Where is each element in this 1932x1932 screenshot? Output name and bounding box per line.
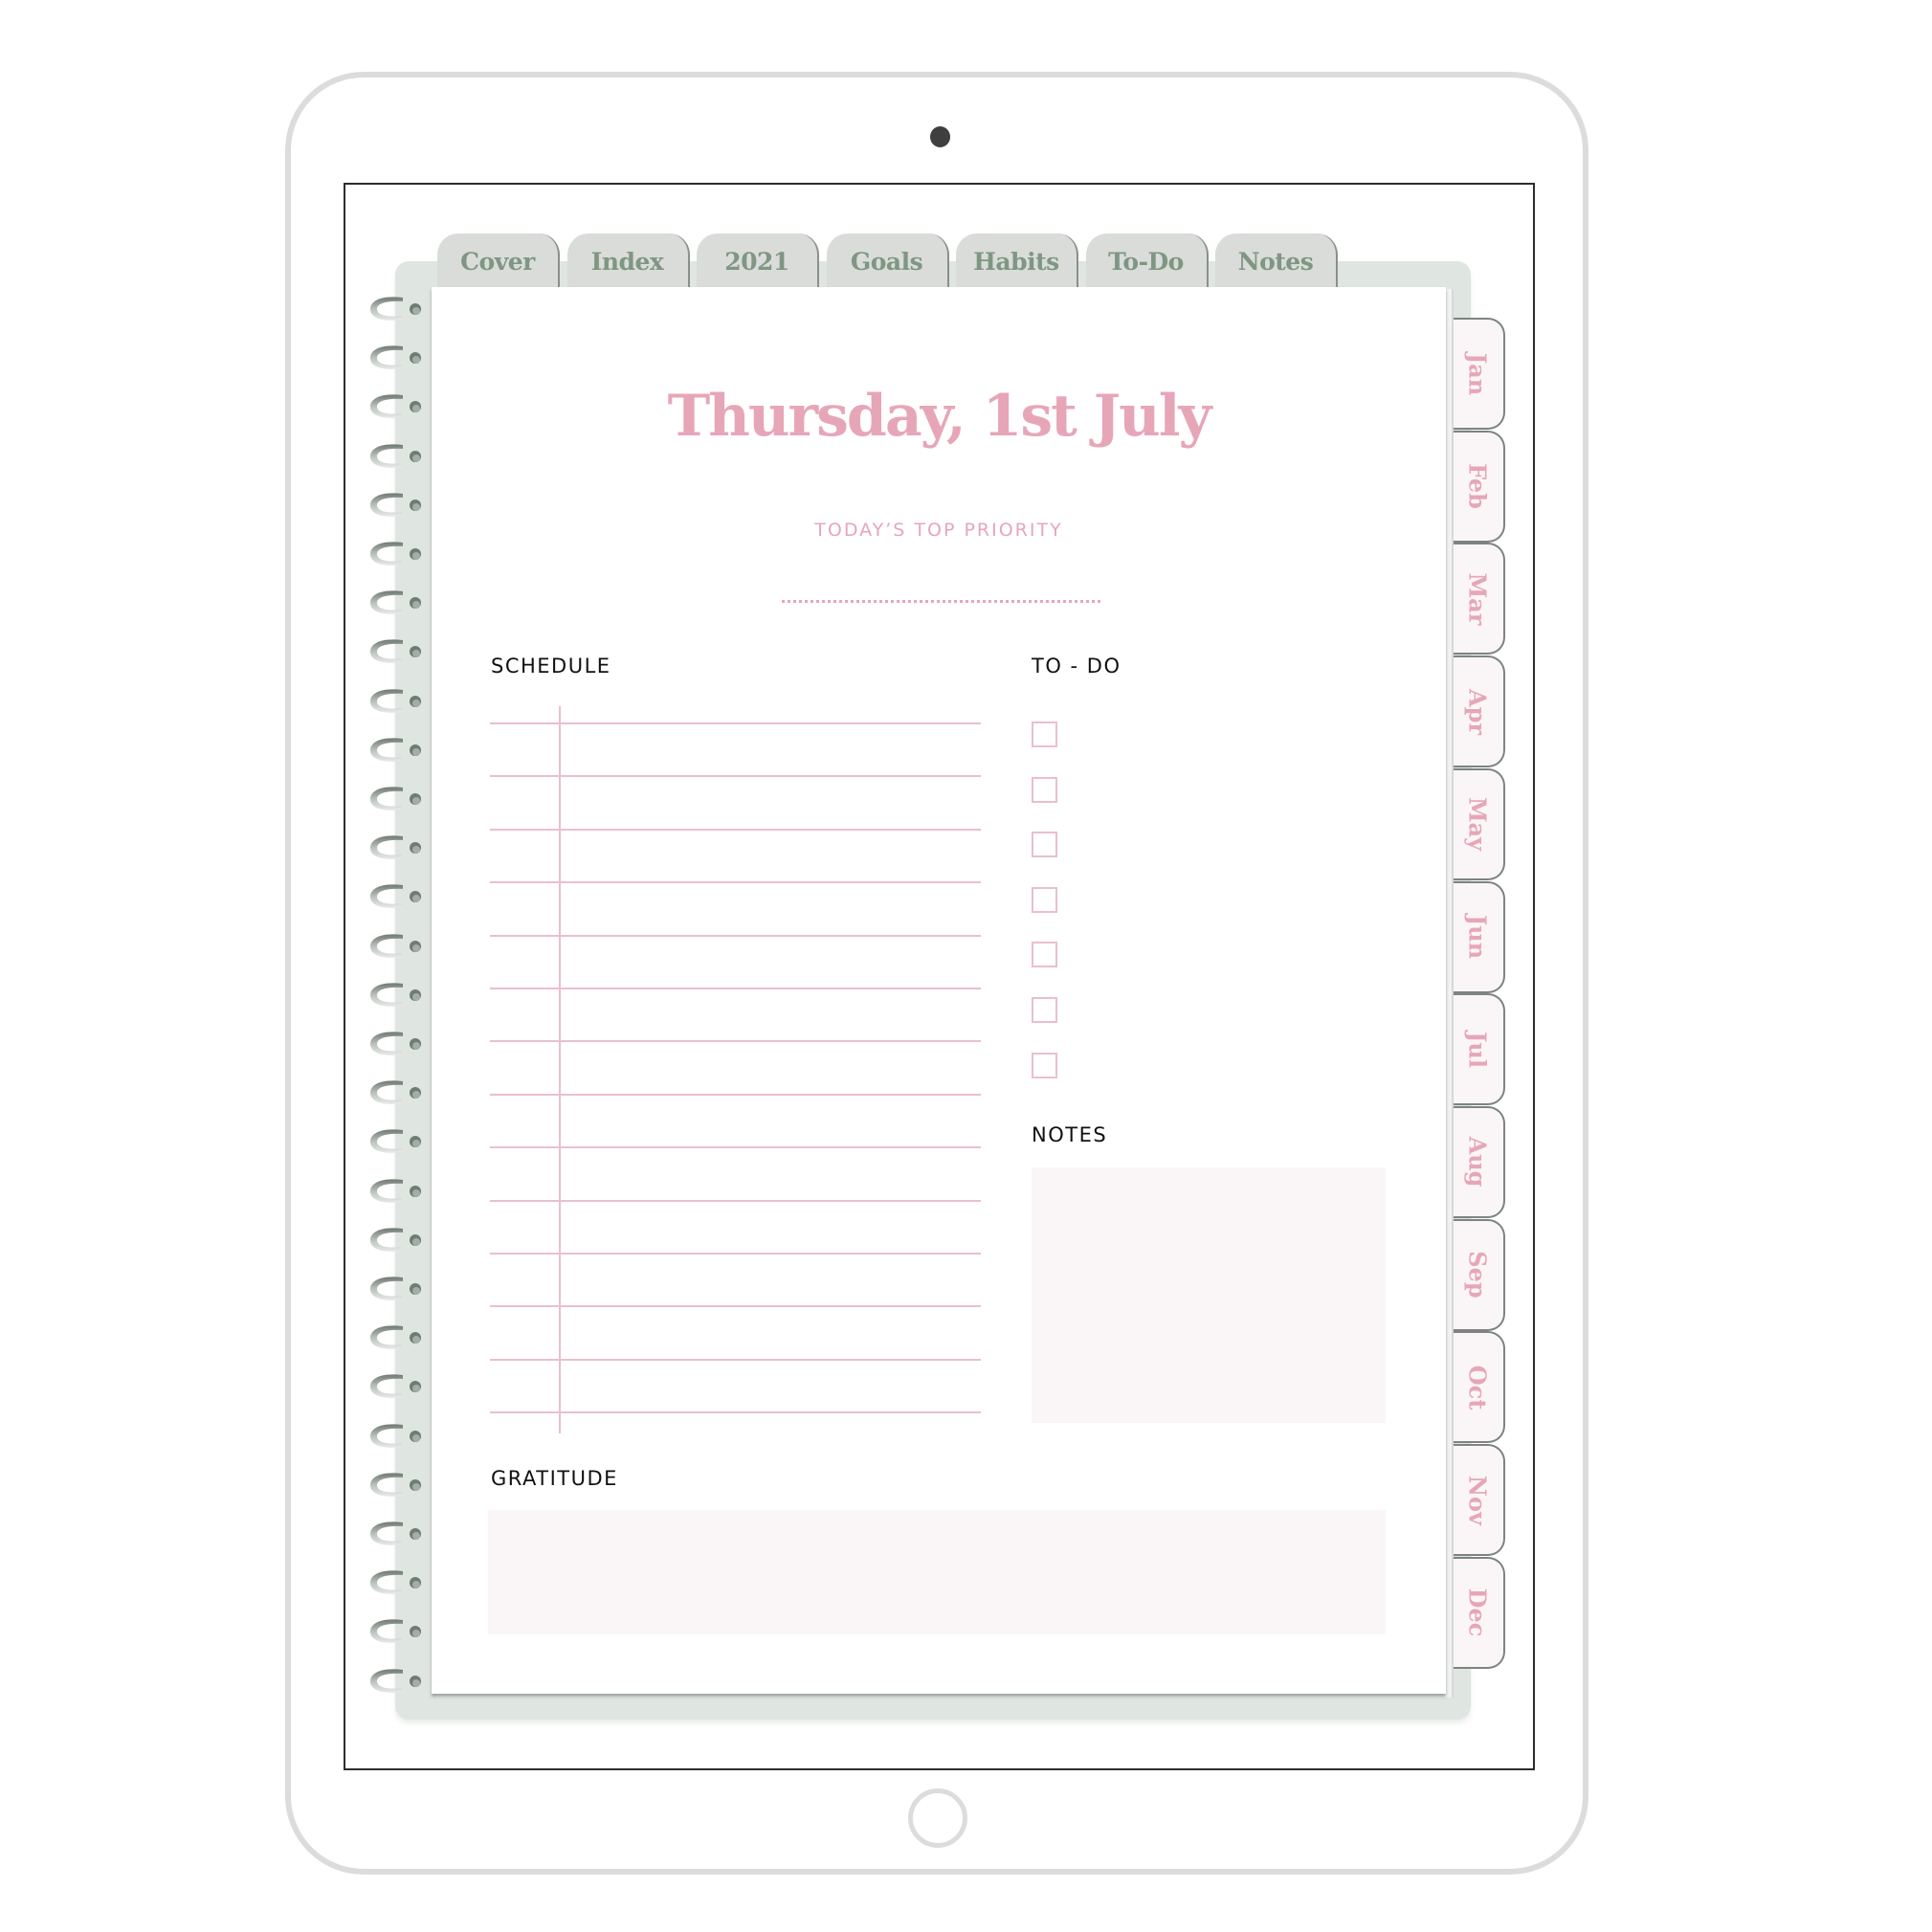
ring-icon [370,1325,421,1350]
todo-checkbox[interactable] [1032,722,1057,747]
tab-2021[interactable]: 2021 [697,233,819,289]
gratitude-box[interactable] [488,1510,1386,1634]
ring-icon [370,787,421,811]
ring-icon [370,983,421,1007]
ring-icon [370,590,421,615]
todo-checkbox[interactable] [1032,942,1057,968]
ring-icon [370,1374,421,1399]
month-tab-dec[interactable]: Dec [1452,1556,1505,1669]
month-tab-aug[interactable]: Aug [1452,1105,1505,1218]
ring-icon [370,443,421,468]
schedule-row[interactable] [490,775,981,778]
ring-icon [370,345,421,370]
month-tab-label: Dec [1463,1588,1492,1637]
month-tab-sep[interactable]: Sep [1452,1218,1505,1331]
ring-icon [370,1080,421,1105]
top-priority-label: TODAY’S TOP PRIORITY [814,520,1063,541]
schedule-row[interactable] [490,1146,981,1149]
ring-icon [370,1178,421,1203]
ring-icon [370,738,421,762]
schedule-label: SCHEDULE [491,655,611,677]
ring-icon [370,1423,421,1448]
notes-label: NOTES [1032,1123,1108,1146]
schedule-row[interactable] [490,1358,981,1361]
todo-checkbox[interactable] [1032,886,1057,913]
month-tab-nov[interactable]: Nov [1452,1444,1505,1556]
ring-icon [370,1032,421,1055]
ring-icon [370,933,421,958]
ring-icon [370,1521,421,1545]
month-tab-label: Jul [1463,1031,1492,1068]
schedule-row[interactable] [490,934,981,937]
ring-icon [370,835,421,860]
ring-icon [370,1619,421,1644]
ring-icon [370,394,421,419]
ring-icon [370,884,421,909]
month-tab-label: Aug [1463,1136,1492,1188]
home-button[interactable] [908,1788,967,1848]
ring-icon [370,1570,421,1595]
month-tab-label: Sep [1463,1251,1492,1299]
month-tab-label: Jun [1463,914,1492,960]
month-tab-label: Nov [1463,1475,1492,1525]
schedule-row[interactable] [490,828,981,831]
schedule-row[interactable] [490,881,981,884]
ring-icon [370,639,421,664]
month-tab-oct[interactable]: Oct [1452,1331,1505,1444]
month-tab-label: May [1463,797,1492,852]
gratitude-label: GRATITUDE [491,1467,618,1490]
ring-icon [370,297,421,321]
tab-notes[interactable]: Notes [1215,233,1338,289]
schedule-row[interactable] [490,1093,981,1096]
month-tab-jul[interactable]: Jul [1452,993,1505,1106]
month-tab-feb[interactable]: Feb [1452,430,1505,543]
tab-habits[interactable]: Habits [956,233,1078,289]
tab-index[interactable]: Index [566,233,690,289]
ring-icon [370,493,421,517]
month-tab-jan[interactable]: Jan [1452,318,1505,430]
tab-cover[interactable]: Cover [437,233,560,289]
tab-goals[interactable]: Goals [826,233,949,289]
ring-icon [370,1129,421,1154]
notes-box[interactable] [1032,1167,1386,1423]
schedule-row[interactable] [490,988,981,989]
month-tab-label: Feb [1463,463,1492,510]
month-tab-label: Oct [1463,1365,1492,1410]
page-title: Thursday, 1st July [667,383,1212,450]
month-tab-label: Mar [1463,572,1492,626]
tab-to-do[interactable]: To-Do [1085,233,1209,289]
todo-checkbox[interactable] [1032,776,1057,803]
camera-icon [930,126,950,147]
ring-icon [370,1277,421,1300]
todo-checkbox[interactable] [1032,997,1057,1023]
schedule-row[interactable] [490,722,981,724]
ring-icon [370,1473,421,1497]
schedule-time-divider [559,706,561,1433]
todo-label: TO - DO [1032,655,1121,677]
month-tab-may[interactable]: May [1452,767,1505,880]
month-tab-jun[interactable]: Jun [1452,880,1505,993]
month-tab-label: Apr [1463,688,1492,735]
month-tab-mar[interactable]: Mar [1452,543,1505,655]
ring-icon [370,1668,421,1693]
schedule-row[interactable] [490,1199,981,1202]
schedule-row[interactable] [490,1040,981,1043]
top-priority-input[interactable] [782,600,1100,603]
schedule-row[interactable] [490,1411,981,1414]
ring-icon [370,1228,421,1252]
ring-icon [370,542,421,566]
todo-checkbox[interactable] [1032,832,1057,858]
schedule-row[interactable] [490,1305,981,1308]
schedule-row[interactable] [490,1253,981,1255]
ring-icon [370,688,421,713]
todo-checkbox[interactable] [1032,1052,1057,1078]
month-tab-apr[interactable]: Apr [1452,655,1505,768]
month-tab-label: Jan [1463,352,1492,395]
